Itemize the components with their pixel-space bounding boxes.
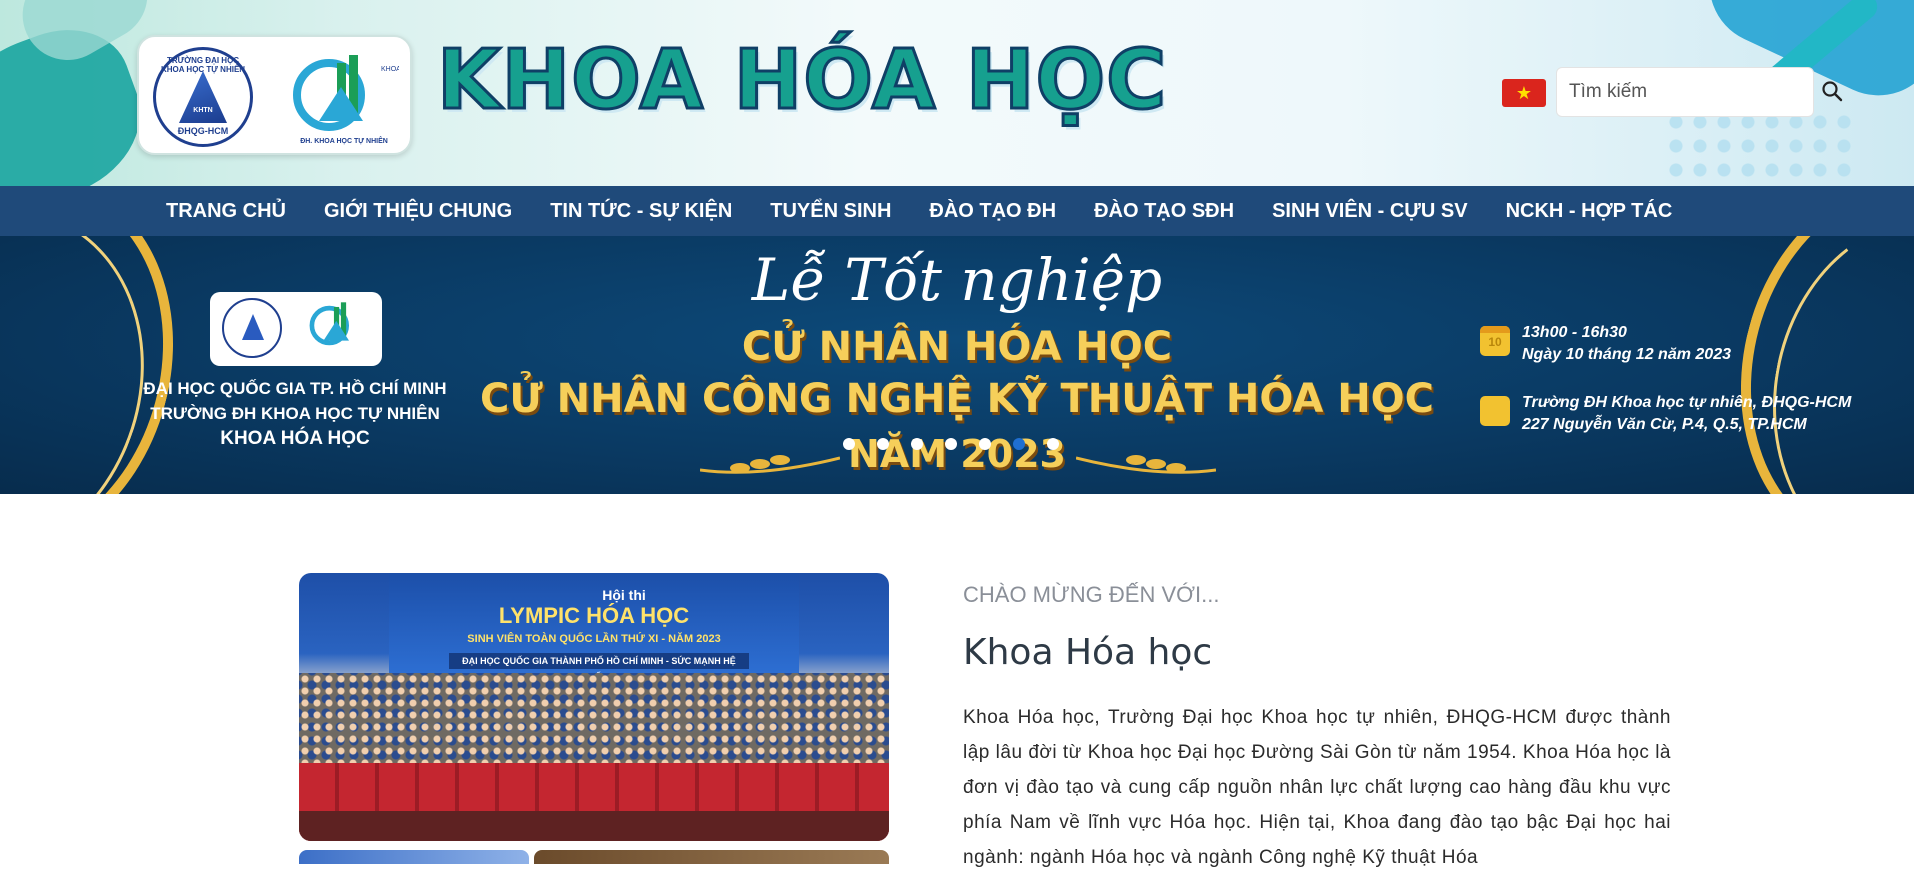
welcome-body: Khoa Hóa học, Trường Đại học Khoa học tự…	[963, 707, 1671, 868]
search-icon	[1822, 80, 1843, 101]
nav-item-about[interactable]: GIỚI THIỆU CHUNG	[305, 200, 531, 223]
wheat-left-icon	[700, 455, 840, 474]
nav-item-news[interactable]: TIN TỨC - SỰ KIỆN	[531, 200, 751, 223]
banner-script-title: Lễ Tốt nghiệp	[751, 246, 1163, 314]
university-logo[interactable]: TRƯỜNG ĐẠI HỌC KHOA HỌC TỰ NHIÊN KHTN ĐH…	[137, 35, 412, 155]
nav-item-admissions[interactable]: TUYỂN SINH	[751, 200, 910, 223]
slider-dot[interactable]	[911, 438, 923, 450]
main-nav: TRANG CHỦ GIỚI THIỆU CHUNG TIN TỨC - SỰ …	[0, 186, 1914, 236]
nav-item-students-alumni[interactable]: SINH VIÊN - CỰU SV	[1253, 200, 1487, 223]
slider-dot[interactable]	[843, 438, 855, 450]
svg-text:KHOA: KHOA	[381, 66, 399, 73]
wheat-right-icon	[1076, 455, 1216, 474]
calendar-icon: 10	[1480, 326, 1510, 356]
location-icon	[1480, 396, 1510, 426]
hero-banner-slide[interactable]: ĐẠI HỌC QUỐC GIA TP. HỒ CHÍ MINH TRƯỜNG …	[0, 236, 1914, 494]
search-input[interactable]	[1556, 67, 1814, 117]
nav-item-home[interactable]: TRANG CHỦ	[147, 200, 305, 223]
slider-pagination	[843, 438, 1059, 450]
slider-dot[interactable]	[945, 438, 957, 450]
featured-photo[interactable]: Hội thi LYMPIC HÓA HỌC SINH VIÊN TOÀN QU…	[299, 573, 889, 841]
slider-dot[interactable]	[979, 438, 991, 450]
nav-item-graduate[interactable]: ĐÀO TẠO SĐH	[1075, 200, 1253, 223]
nav-item-research[interactable]: NCKH - HỢP TÁC	[1487, 200, 1692, 223]
vietnam-flag-icon[interactable]: ★	[1502, 79, 1546, 107]
decor-dots	[1664, 110, 1854, 186]
nav-item-undergraduate[interactable]: ĐÀO TẠO ĐH	[910, 200, 1075, 223]
search-button[interactable]	[1818, 78, 1846, 106]
faculty-mark-icon: KHOA	[293, 55, 399, 131]
slider-dot[interactable]	[1047, 438, 1059, 450]
welcome-eyebrow: CHÀO MỪNG ĐẾN VỚI...	[963, 582, 1220, 607]
slider-dot[interactable]	[877, 438, 889, 450]
gallery-photo[interactable]	[534, 850, 889, 864]
slider-dot-active[interactable]	[1013, 438, 1025, 450]
welcome-heading: Khoa Hóa học	[963, 632, 1213, 673]
site-header: TRƯỜNG ĐẠI HỌC KHOA HỌC TỰ NHIÊN KHTN ĐH…	[0, 0, 1914, 186]
gallery-photo[interactable]	[299, 850, 529, 864]
university-seal-icon: TRƯỜNG ĐẠI HỌC KHOA HỌC TỰ NHIÊN KHTN ĐH…	[153, 47, 253, 147]
site-title[interactable]: KHOA HÓA HỌC	[435, 38, 1167, 123]
